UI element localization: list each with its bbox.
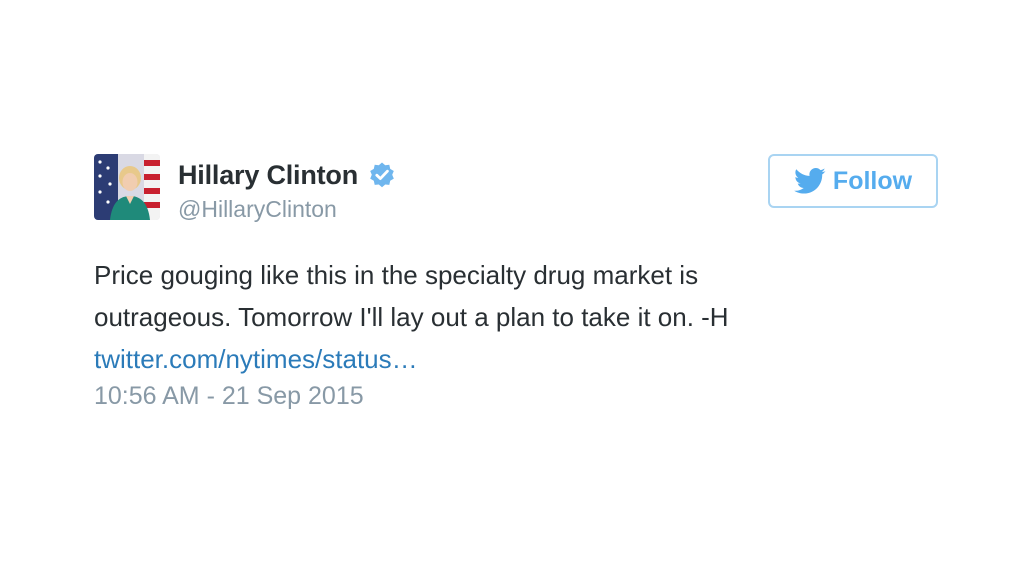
tweet-author: Hillary Clinton @HillaryClinton	[178, 158, 396, 223]
avatar-image	[94, 154, 160, 220]
author-display-name[interactable]: Hillary Clinton	[178, 160, 358, 191]
follow-button[interactable]: Follow	[768, 154, 938, 208]
embedded-tweet: Hillary Clinton @HillaryClinton Follow P…	[94, 152, 938, 422]
tweet-timestamp[interactable]: 10:56 AM - 21 Sep 2015	[94, 382, 364, 411]
author-name-row: Hillary Clinton	[178, 158, 396, 192]
tweet-text-line: outrageous. Tomorrow I'll lay out a plan…	[94, 302, 729, 332]
follow-button-label: Follow	[832, 166, 913, 195]
tweet-text: Price gouging like this in the specialty…	[94, 254, 938, 380]
author-handle[interactable]: @HillaryClinton	[178, 196, 396, 223]
twitter-bird-icon	[794, 168, 826, 194]
tweet-text-line: Price gouging like this in the specialty…	[94, 260, 699, 290]
avatar[interactable]	[94, 154, 160, 220]
verified-badge-icon	[368, 161, 396, 189]
tweet-link[interactable]: twitter.com/nytimes/status…	[94, 344, 418, 374]
